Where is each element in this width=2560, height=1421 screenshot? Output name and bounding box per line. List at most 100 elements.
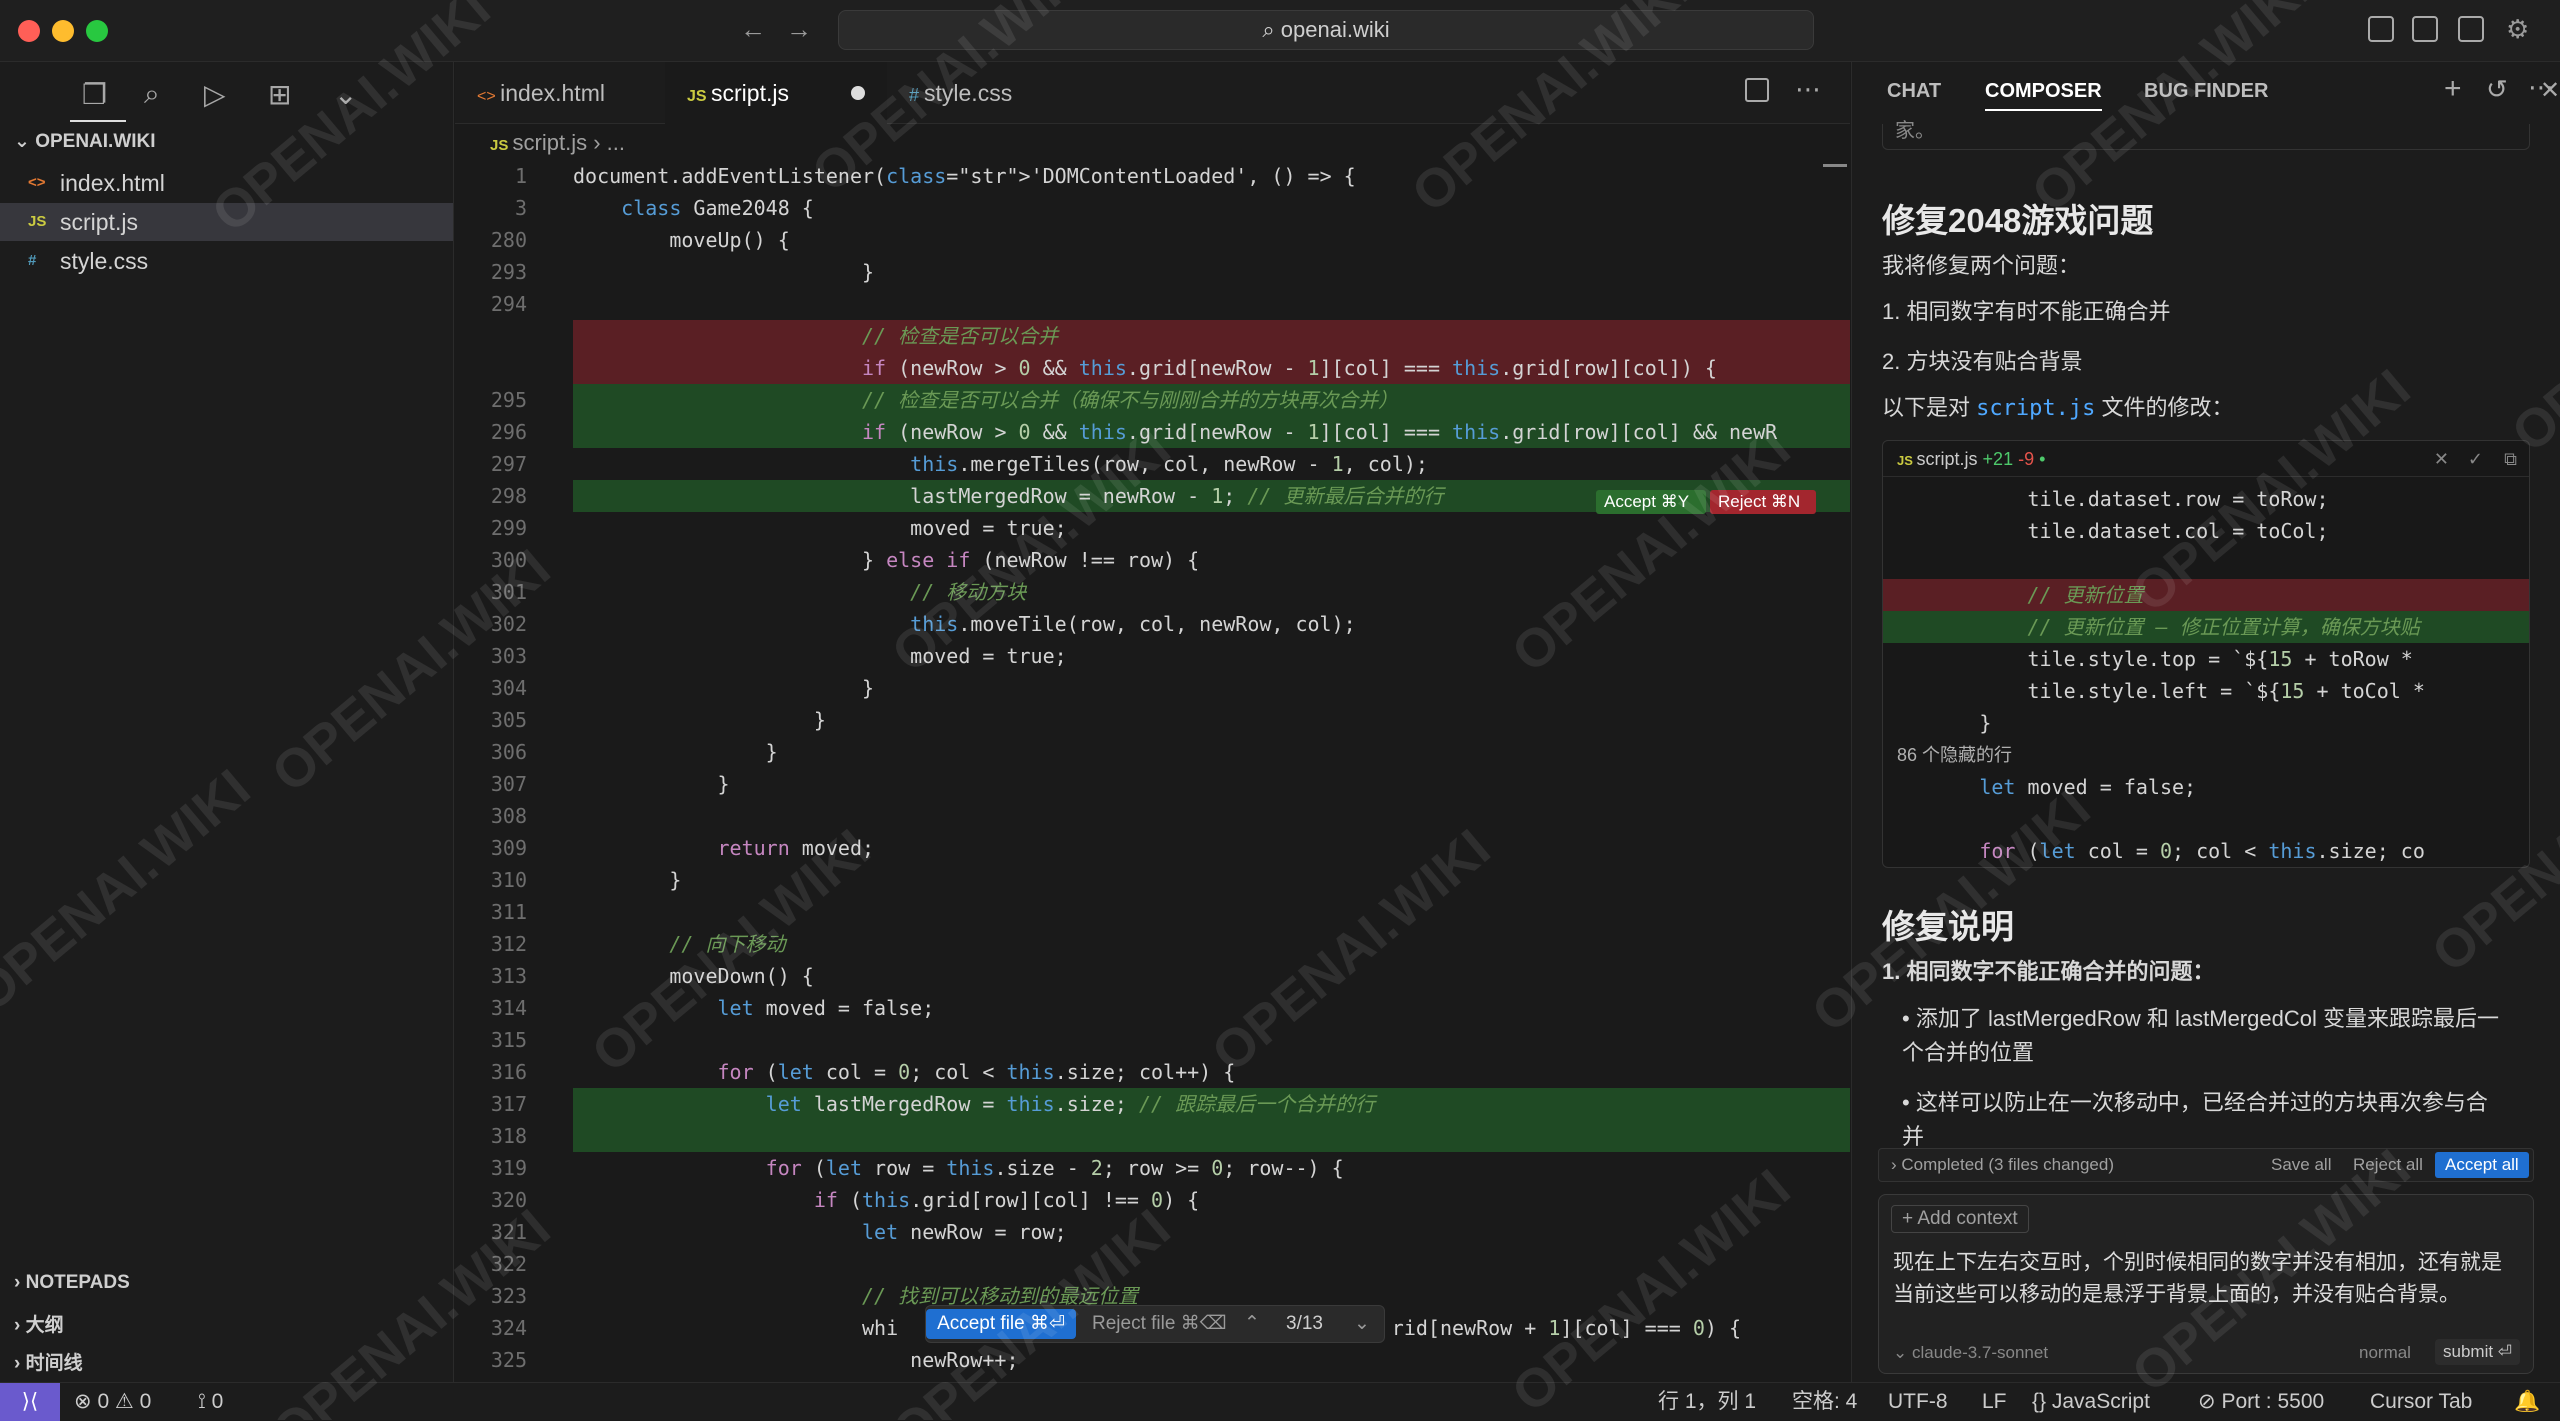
section-timeline[interactable]: › 时间线 — [14, 1348, 83, 1375]
encoding-setting[interactable]: UTF-8 — [1888, 1383, 1948, 1421]
close-window-button[interactable] — [18, 20, 40, 42]
extensions-icon[interactable]: ⊞ — [268, 78, 291, 111]
workspace-title[interactable]: ⌄ OPENAI.WIKI — [14, 130, 156, 153]
code-line[interactable]: 325 newRow++; — [455, 1344, 1850, 1376]
code-line[interactable]: 314 let moved = false; — [455, 992, 1850, 1024]
submit-button[interactable]: submit ⏎ — [2435, 1339, 2521, 1365]
section-notepads[interactable]: › NOTEPADS — [14, 1272, 130, 1294]
code-line[interactable]: 299 moved = true; — [455, 512, 1850, 544]
code-line[interactable]: 304 } — [455, 672, 1850, 704]
code-line[interactable]: 296 if (newRow > 0 && this.grid[newRow -… — [455, 416, 1850, 448]
reject-change-button[interactable]: Reject ⌘N — [1710, 490, 1816, 514]
code-line[interactable]: 307 } — [455, 768, 1850, 800]
expand-icon[interactable]: ⧉ — [2504, 441, 2517, 477]
code-line[interactable]: 310 } — [455, 864, 1850, 896]
code-line[interactable]: 321 let newRow = row; — [455, 1216, 1850, 1248]
code-line[interactable]: 312 // 向下移动 — [455, 928, 1850, 960]
code-line[interactable]: 316 for (let col = 0; col < this.size; c… — [455, 1056, 1850, 1088]
chevron-down-icon[interactable]: ⌄ — [334, 78, 357, 111]
prev-diff-icon[interactable]: ⌃ — [1244, 1309, 1260, 1339]
composer-input[interactable]: + Add context 现在上下左右交互时，个别时候相同的数字并没有相加，还… — [1878, 1194, 2534, 1374]
code-line[interactable]: 322 — [455, 1248, 1850, 1280]
code-line[interactable]: 280 moveUp() { — [455, 224, 1850, 256]
breadcrumb-file[interactable]: script.js — [513, 130, 588, 155]
file-script-js[interactable]: JS script.js — [0, 203, 453, 241]
toggle-right-panel-icon[interactable] — [2458, 16, 2484, 42]
close-icon[interactable]: ✕ — [2434, 441, 2449, 477]
code-line[interactable]: 309 return moved; — [455, 832, 1850, 864]
card-file-name[interactable]: script.js — [1917, 449, 1978, 469]
tab-composer[interactable]: COMPOSER — [1985, 80, 2102, 111]
close-panel-icon[interactable]: ✕ — [2540, 76, 2560, 105]
cursor-position[interactable]: 行 1，列 1 — [1658, 1383, 1756, 1421]
prompt-text[interactable]: 现在上下左右交互时，个别时候相同的数字并没有相加，还有就是当前这些可以移动的是悬… — [1893, 1247, 2521, 1311]
code-editor[interactable]: 1 document.addEventListener(class="str">'… — [455, 160, 1850, 1382]
tab-index-html[interactable]: <> index.html — [455, 62, 665, 124]
accept-all-button[interactable]: Accept all — [2435, 1152, 2529, 1178]
code-line[interactable]: 303 moved = true; — [455, 640, 1850, 672]
file-link[interactable]: script.js — [1976, 396, 2095, 421]
code-line[interactable]: if (newRow > 0 && this.grid[newRow - 1][… — [455, 352, 1850, 384]
tab-chat[interactable]: CHAT — [1887, 80, 1941, 103]
code-line[interactable]: 317 let lastMergedRow = this.size; // 跟踪… — [455, 1088, 1850, 1120]
back-arrow-icon[interactable]: ← — [740, 14, 766, 45]
remote-icon[interactable]: ⟩⟨ — [0, 1383, 60, 1421]
code-line[interactable]: 300 } else if (newRow !== row) { — [455, 544, 1850, 576]
live-server-port[interactable]: ⊘ Port : 5500 — [2198, 1383, 2324, 1421]
eol-setting[interactable]: LF — [1982, 1383, 2007, 1421]
reject-all-button[interactable]: Reject all — [2353, 1149, 2423, 1181]
new-composer-icon[interactable]: + — [2444, 72, 2462, 106]
mode-selector[interactable]: normal — [2359, 1343, 2411, 1363]
accept-file-button[interactable]: Accept file ⌘⏎ — [926, 1309, 1076, 1339]
toggle-sidebar-icon[interactable] — [2368, 16, 2394, 42]
split-editor-icon[interactable] — [1745, 78, 1769, 102]
reject-file-button[interactable]: Reject file ⌘⌫ — [1092, 1309, 1227, 1339]
next-diff-icon[interactable]: ⌄ — [1354, 1309, 1370, 1339]
indent-setting[interactable]: 空格: 4 — [1792, 1383, 1857, 1421]
save-all-button[interactable]: Save all — [2271, 1149, 2331, 1181]
language-mode[interactable]: {} JavaScript — [2032, 1383, 2150, 1421]
command-search-input[interactable]: ⌕ openai.wiki — [838, 10, 1814, 50]
history-icon[interactable]: ↺ — [2486, 74, 2508, 105]
code-line[interactable]: 319 for (let row = this.size - 2; row >=… — [455, 1152, 1850, 1184]
code-line[interactable]: 1 document.addEventListener(class="str">'… — [455, 160, 1850, 192]
code-line[interactable]: 302 this.moveTile(row, col, newRow, col)… — [455, 608, 1850, 640]
code-line[interactable]: 297 this.mergeTiles(row, col, newRow - 1… — [455, 448, 1850, 480]
more-actions-icon[interactable]: ⋯ — [1795, 74, 1821, 105]
completed-toggle[interactable]: › Completed (3 files changed) — [1891, 1149, 2114, 1181]
code-line[interactable]: // 检查是否可以合并 — [455, 320, 1850, 352]
model-selector[interactable]: ⌄ claude-3.7-sonnet — [1893, 1343, 2048, 1363]
file-style-css[interactable]: # style.css — [0, 242, 453, 280]
minimize-window-button[interactable] — [52, 20, 74, 42]
code-line[interactable]: 308 — [455, 800, 1850, 832]
code-line[interactable]: 313 moveDown() { — [455, 960, 1850, 992]
tab-style-css[interactable]: # style.css — [887, 62, 1097, 124]
search-icon[interactable]: ⌕ — [144, 78, 160, 111]
cursor-tab-status[interactable]: Cursor Tab — [2370, 1383, 2472, 1421]
file-index-html[interactable]: <> index.html — [0, 164, 453, 202]
code-line[interactable]: 318 — [455, 1120, 1850, 1152]
code-line[interactable]: 293 } — [455, 256, 1850, 288]
check-icon[interactable]: ✓ — [2468, 441, 2483, 477]
code-line[interactable]: 305 } — [455, 704, 1850, 736]
toggle-panel-icon[interactable] — [2412, 16, 2438, 42]
run-debug-icon[interactable]: ▷ — [204, 78, 226, 111]
accept-change-button[interactable]: Accept ⌘Y — [1596, 490, 1706, 514]
code-line[interactable]: 306 } — [455, 736, 1850, 768]
unsaved-dot-icon[interactable] — [851, 86, 865, 100]
code-line[interactable]: 315 — [455, 1024, 1850, 1056]
notifications-bell-icon[interactable]: 🔔 — [2514, 1383, 2540, 1421]
breadcrumb-symbol[interactable]: ... — [607, 130, 625, 155]
forward-arrow-icon[interactable]: → — [786, 14, 812, 45]
files-icon[interactable]: ❐ — [82, 78, 107, 111]
tab-script-js[interactable]: JS script.js — [665, 62, 887, 124]
problems-indicator[interactable]: ⊗ 0 ⚠ 0 — [74, 1383, 151, 1421]
code-line[interactable]: 295 // 检查是否可以合并（确保不与刚刚合并的方块再次合并） — [455, 384, 1850, 416]
code-line[interactable]: 294 — [455, 288, 1850, 320]
settings-gear-icon[interactable]: ⚙ — [2506, 14, 2529, 45]
code-line[interactable]: 311 — [455, 896, 1850, 928]
ports-indicator[interactable]: ⟟ 0 — [198, 1383, 223, 1421]
code-line[interactable]: 320 if (this.grid[row][col] !== 0) { — [455, 1184, 1850, 1216]
maximize-window-button[interactable] — [86, 20, 108, 42]
section-outline[interactable]: › 大纲 — [14, 1310, 64, 1337]
